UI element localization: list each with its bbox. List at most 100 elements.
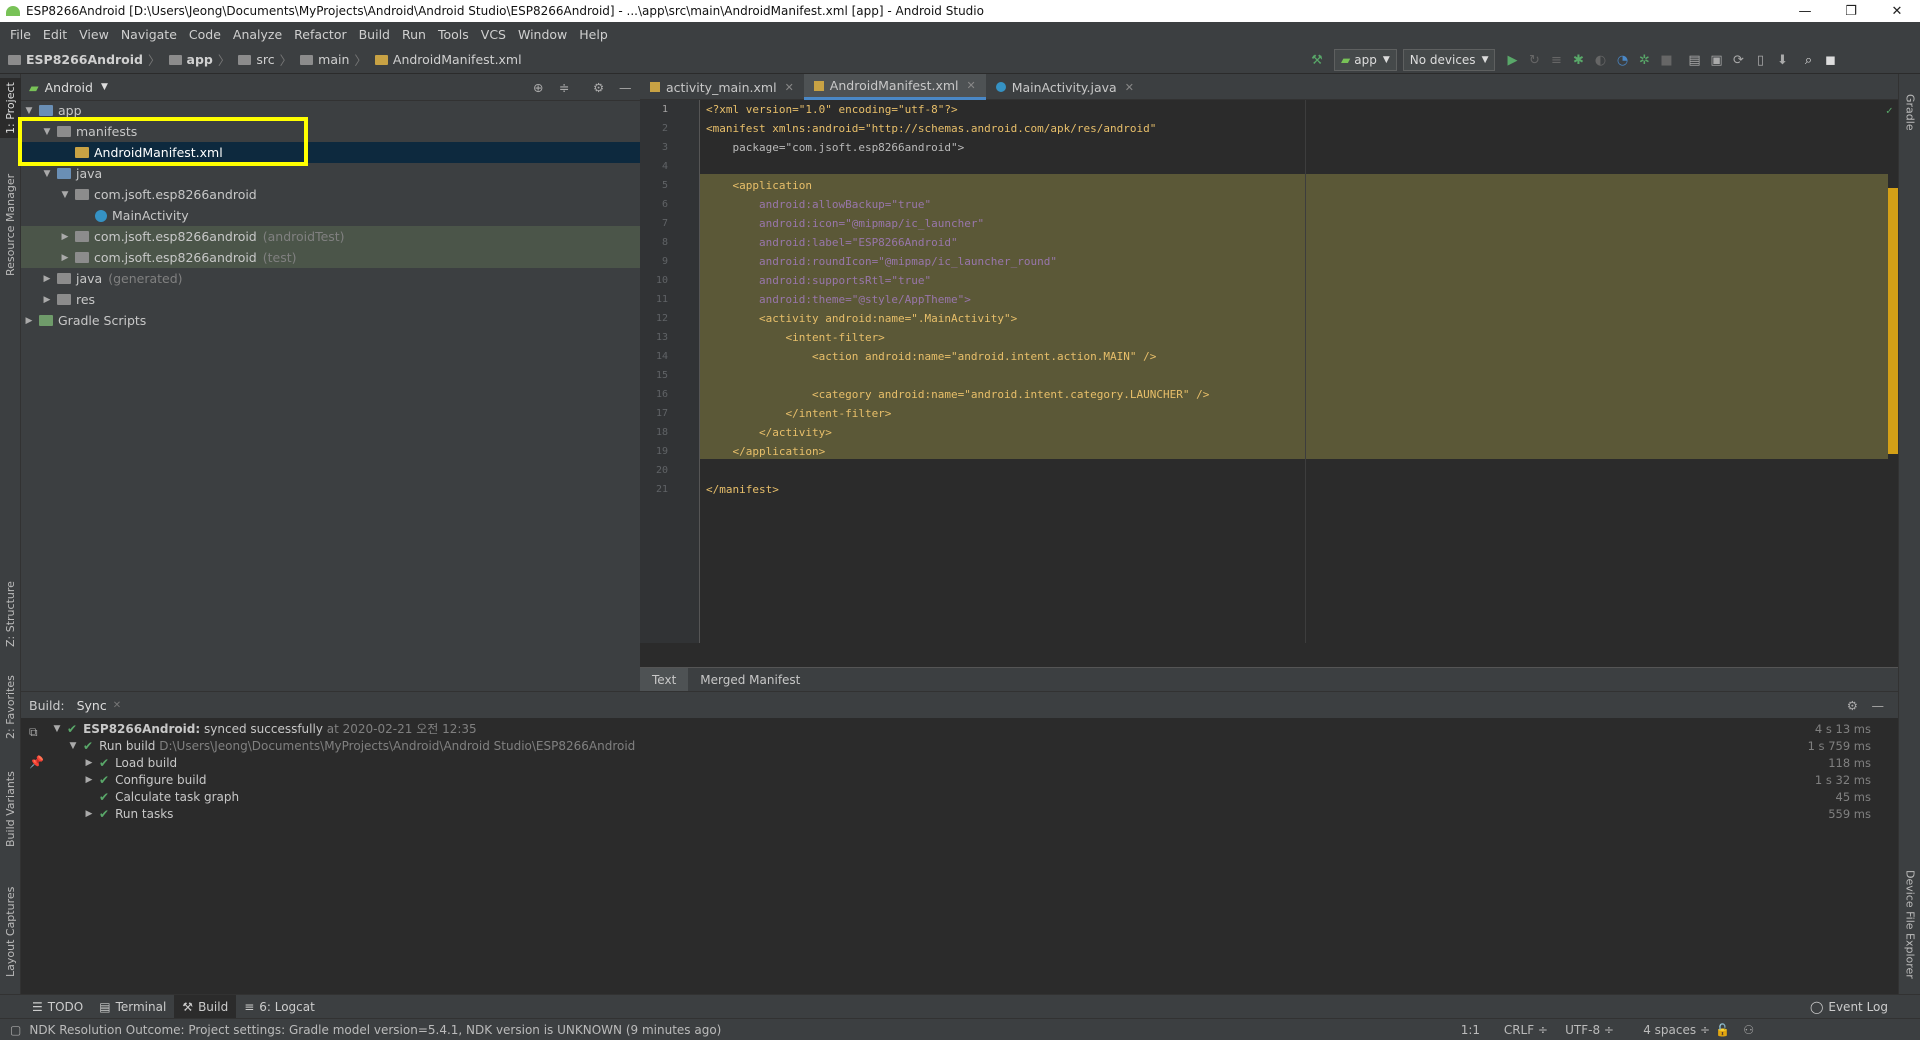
build-row-sync[interactable]: ▼ ✔ ESP8266Android: synced successfully at…	[51, 720, 1871, 737]
chevron-down-icon[interactable]: ▼	[101, 82, 108, 92]
resource-manager-tool-tab[interactable]: Resource Manager	[0, 170, 21, 280]
folder-icon	[238, 54, 252, 65]
terminal-tool-button[interactable]: ▤ Terminal	[91, 995, 174, 1019]
gear-icon[interactable]: ⚙	[593, 80, 604, 95]
close-tab-icon[interactable]: ✕	[1125, 81, 1134, 94]
build-tool-button[interactable]: ⚒ Build	[174, 994, 237, 1019]
restore-button[interactable]: ❐	[1828, 0, 1874, 22]
event-log-tool-button[interactable]: ◯ Event Log	[1802, 995, 1896, 1019]
build-row-run-tasks[interactable]: ▶ ✔ Run tasks 559 ms	[83, 805, 1871, 822]
breadcrumb-app[interactable]: app 〉	[161, 50, 230, 69]
menu-file[interactable]: File	[4, 27, 37, 42]
user-icon[interactable]: ◼	[1819, 49, 1841, 71]
menu-tools[interactable]: Tools	[432, 27, 475, 42]
tree-item-java[interactable]: ▼ java	[21, 163, 660, 184]
device-select[interactable]: No devices ▼	[1402, 49, 1496, 71]
menu-run[interactable]: Run	[396, 27, 432, 42]
build-row-load-build[interactable]: ▶ ✔ Load build 118 ms	[83, 754, 1871, 771]
layout-captures-tool-tab[interactable]: Layout Captures	[0, 882, 21, 982]
run-icon[interactable]: ▶	[1501, 49, 1523, 71]
menu-edit[interactable]: Edit	[37, 27, 73, 42]
tab-merged-manifest[interactable]: Merged Manifest	[688, 668, 812, 691]
menu-view[interactable]: View	[73, 27, 115, 42]
tree-item-package-test[interactable]: ▶ com.jsoft.esp8266android (test)	[21, 247, 678, 268]
inspector-icon[interactable]: ⚇	[1743, 1023, 1754, 1037]
debug-icon[interactable]: ✱	[1567, 49, 1589, 71]
tab-sync[interactable]: Sync	[77, 698, 107, 713]
hide-icon[interactable]: —	[1872, 698, 1885, 713]
caret-position[interactable]: 1:1	[1461, 1023, 1480, 1037]
menu-analyze[interactable]: Analyze	[227, 27, 288, 42]
apply-changes-icon[interactable]: ↻	[1523, 49, 1545, 71]
structure-tool-tab[interactable]: Z: Structure	[0, 574, 21, 654]
tree-item-mainactivity[interactable]: MainActivity	[21, 205, 714, 226]
locate-file-icon[interactable]: ⊕	[533, 80, 543, 95]
hide-icon[interactable]: —	[619, 80, 632, 95]
code-editor[interactable]: ✓ <?xml version="1.0" encoding="utf-8"?>…	[700, 100, 1898, 643]
lock-icon[interactable]: 🔓	[1715, 1023, 1730, 1037]
project-view-select[interactable]: Android	[45, 80, 93, 95]
sync-project-icon[interactable]: ▤	[1683, 49, 1705, 71]
encoding-select[interactable]: UTF-8 ÷	[1565, 1023, 1614, 1037]
menu-navigate[interactable]: Navigate	[115, 27, 183, 42]
status-bar: ▢ NDK Resolution Outcome: Project settin…	[0, 1018, 1920, 1040]
breadcrumb-main[interactable]: main 〉	[292, 50, 367, 69]
breadcrumb-file[interactable]: AndroidManifest.xml	[367, 52, 522, 67]
folder-icon	[300, 54, 314, 65]
build-variants-tool-tab[interactable]: Build Variants	[0, 766, 21, 852]
coverage-icon[interactable]: ◐	[1589, 49, 1611, 71]
indent-select[interactable]: 4 spaces ÷	[1643, 1023, 1710, 1037]
menu-window[interactable]: Window	[512, 27, 573, 42]
gear-icon[interactable]: ⚙	[1847, 698, 1858, 713]
todo-tool-button[interactable]: ☰ TODO	[24, 995, 91, 1019]
tab-mainactivity-java[interactable]: MainActivity.java ✕	[986, 74, 1144, 100]
tree-item-package-androidtest[interactable]: ▶ com.jsoft.esp8266android (androidTest)	[21, 226, 678, 247]
package-icon	[75, 231, 89, 242]
device-file-explorer-tool-tab[interactable]: Device File Explorer	[1899, 864, 1920, 984]
breadcrumb-project[interactable]: ESP8266Android 〉	[0, 50, 161, 69]
menu-vcs[interactable]: VCS	[475, 27, 512, 42]
collapse-all-icon[interactable]: ≑	[559, 80, 569, 95]
sync-gradle-icon[interactable]: ⟳	[1727, 49, 1749, 71]
tree-item-res[interactable]: ▶ res	[21, 289, 660, 310]
line-separator-select[interactable]: CRLF ÷	[1504, 1023, 1548, 1037]
menu-refactor[interactable]: Refactor	[288, 27, 352, 42]
make-project-hammer-icon[interactable]: ⚒	[1306, 49, 1328, 71]
pin-icon[interactable]: 📌	[29, 755, 44, 769]
tree-item-java-generated[interactable]: ▶ java (generated)	[21, 268, 660, 289]
attach-debugger-icon[interactable]: ✲	[1633, 49, 1655, 71]
search-icon[interactable]: ⌕	[1797, 49, 1819, 71]
logcat-tool-button[interactable]: ≡ 6: Logcat	[236, 995, 323, 1019]
close-button[interactable]: ✕	[1874, 0, 1920, 22]
stop-icon[interactable]: ■	[1655, 49, 1677, 71]
toggle-view-icon[interactable]: ⧉	[29, 725, 38, 740]
menu-code[interactable]: Code	[183, 27, 227, 42]
menu-help[interactable]: Help	[573, 27, 614, 42]
minimize-button[interactable]: —	[1782, 0, 1828, 22]
tree-item-gradle-scripts[interactable]: ▶ Gradle Scripts	[21, 310, 642, 331]
package-icon	[75, 189, 89, 200]
project-structure-icon[interactable]: ▣	[1705, 49, 1727, 71]
tree-item-package[interactable]: ▼ com.jsoft.esp8266android	[21, 184, 678, 205]
avd-manager-icon[interactable]: ▯	[1749, 49, 1771, 71]
tab-text[interactable]: Text	[640, 668, 689, 691]
favorites-tool-tab[interactable]: 2: Favorites	[0, 672, 21, 742]
menu-build[interactable]: Build	[353, 27, 396, 42]
build-row-calculate-task-graph[interactable]: ✔ Calculate task graph 45 ms	[83, 788, 1871, 805]
profile-icon[interactable]: ◔	[1611, 49, 1633, 71]
scrollbar-marker[interactable]	[1888, 188, 1898, 454]
run-config-select[interactable]: ▰ app ▼	[1334, 49, 1397, 71]
close-tab-icon[interactable]: ✕	[113, 700, 121, 711]
tab-activity-main-xml[interactable]: activity_main.xml ✕	[640, 74, 804, 100]
tab-androidmanifest-xml[interactable]: AndroidManifest.xml ✕	[803, 74, 986, 100]
breadcrumb-src[interactable]: src 〉	[230, 50, 292, 69]
status-toggle-icon[interactable]: ▢	[10, 1023, 21, 1037]
close-tab-icon[interactable]: ✕	[967, 79, 976, 92]
close-tab-icon[interactable]: ✕	[785, 81, 794, 94]
gradle-tool-tab[interactable]: Gradle	[1899, 82, 1920, 142]
build-row-run-build[interactable]: ▼ ✔ Run build D:\Users\Jeong\Documents\MyP…	[67, 737, 1871, 754]
status-message[interactable]: NDK Resolution Outcome: Project settings…	[29, 1023, 721, 1037]
apply-code-changes-icon[interactable]: ≡	[1545, 49, 1567, 71]
build-row-configure-build[interactable]: ▶ ✔ Configure build 1 s 32 ms	[83, 771, 1871, 788]
sdk-manager-icon[interactable]: ⬇	[1771, 49, 1793, 71]
